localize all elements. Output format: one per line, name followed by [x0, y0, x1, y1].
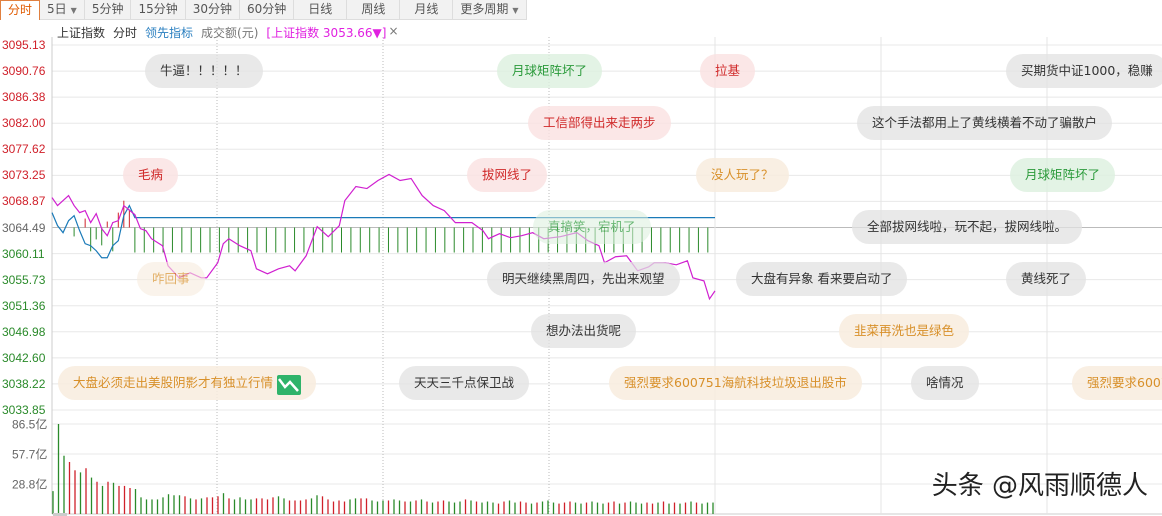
- volume-tick-label: 57.7亿: [12, 447, 48, 462]
- price-tick-label: 3060.11: [2, 246, 45, 261]
- comment-bubble: 拉基: [700, 54, 756, 88]
- comment-text: 大盘必须走出美股阴影才有独立行情: [73, 375, 274, 390]
- comment-bubble: 月球矩阵坏了: [497, 54, 603, 88]
- comment-bubble: 大盘有异象 看来要启动了: [736, 262, 908, 296]
- comment-bubble: 全部拔网线啦，玩不起，拔网线啦。: [852, 210, 1083, 244]
- comment-text: 强烈要求6007: [1087, 375, 1162, 390]
- comment-text: 啥情况: [926, 375, 964, 390]
- comment-text: 拉基: [715, 63, 741, 78]
- price-tick-label: 3073.25: [2, 168, 46, 183]
- price-tick-label: 3042.60: [2, 350, 46, 365]
- price-tick-label: 3038.22: [2, 376, 46, 391]
- comment-text: 月球矩阵坏了: [1025, 167, 1101, 182]
- price-tick-label: 3095.13: [2, 38, 46, 52]
- comment-text: 大盘有异象 看来要启动了: [751, 271, 893, 286]
- price-tick-label: 3086.38: [2, 90, 46, 105]
- price-tick-label: 3068.87: [2, 194, 46, 209]
- comment-text: 天天三千点保卫战: [414, 375, 515, 390]
- comment-text: 没人玩了？: [711, 167, 774, 182]
- comment-text: 明天继续黑周四，先出来观望: [502, 271, 665, 286]
- comment-bubble: 拔网线了: [467, 158, 548, 192]
- comment-bubble: 真搞笑，宕机了: [533, 210, 651, 244]
- price-tick-label: 3051.36: [2, 298, 46, 313]
- comment-bubble: 天天三千点保卫战: [399, 366, 530, 400]
- comment-text: 全部拔网线啦，玩不起，拔网线啦。: [867, 219, 1068, 234]
- price-tick-label: 3055.73: [2, 272, 46, 287]
- comment-text: 真搞笑，宕机了: [548, 219, 636, 234]
- watermark: 头条 @风雨顺德人: [931, 471, 1148, 501]
- price-tick-label: 3090.76: [2, 64, 46, 79]
- comment-bubble: 毛病: [123, 158, 179, 192]
- comment-text: 牛逼！！！！！: [160, 63, 248, 78]
- price-tick-label: 3077.62: [2, 142, 46, 157]
- comment-bubble: 这个手法都用上了黄线横着不动了骗散户: [857, 106, 1113, 140]
- comment-bubble: 韭菜再洗也是绿色: [839, 314, 970, 348]
- comment-bubble: 黄线死了: [1006, 262, 1087, 296]
- comment-bubble: 咋回事: [137, 262, 205, 296]
- volume-tick-label: 86.5亿: [12, 417, 48, 432]
- comment-bubble: 想办法出货呢: [531, 314, 637, 348]
- comment-bubble: 大盘必须走出美股阴影才有独立行情: [58, 366, 317, 400]
- comment-text: 买期货中证1000，稳赚: [1021, 63, 1153, 78]
- comment-text: 毛病: [138, 167, 164, 182]
- comment-text: 想办法出货呢: [546, 323, 622, 338]
- comment-bubble: 工信部得出来走两步: [528, 106, 671, 140]
- comment-bubble: 明天继续黑周四，先出来观望: [487, 262, 680, 296]
- comment-text: 拔网线了: [482, 167, 533, 182]
- price-tick-label: 3064.49: [2, 220, 46, 235]
- comment-bubble: 没人玩了？: [696, 158, 789, 192]
- comment-text: 工信部得出来走两步: [543, 115, 656, 130]
- comment-text: 这个手法都用上了黄线横着不动了骗散户: [872, 115, 1098, 130]
- comment-bubble: 强烈要求6007: [1072, 366, 1162, 400]
- comment-bubble: 买期货中证1000，稳赚: [1006, 54, 1162, 88]
- comment-text: 韭菜再洗也是绿色: [854, 323, 955, 338]
- comment-text: 月球矩阵坏了: [512, 63, 588, 78]
- comment-text: 强烈要求600751海航科技垃圾退出股市: [624, 375, 847, 390]
- price-tick-label: 3046.98: [2, 324, 46, 339]
- comment-bubble: 牛逼！！！！！: [145, 54, 263, 88]
- comment-bubble: 啥情况: [911, 366, 979, 400]
- comment-bubble: 月球矩阵坏了: [1010, 158, 1116, 192]
- comment-text: 黄线死了: [1021, 271, 1072, 286]
- comment-text: 咋回事: [152, 271, 190, 286]
- chart-down-icon: [273, 374, 302, 395]
- comment-bubble: 强烈要求600751海航科技垃圾退出股市: [609, 366, 862, 400]
- volume-tick-label: 28.8亿: [12, 477, 48, 492]
- price-tick-label: 3082.00: [2, 116, 46, 131]
